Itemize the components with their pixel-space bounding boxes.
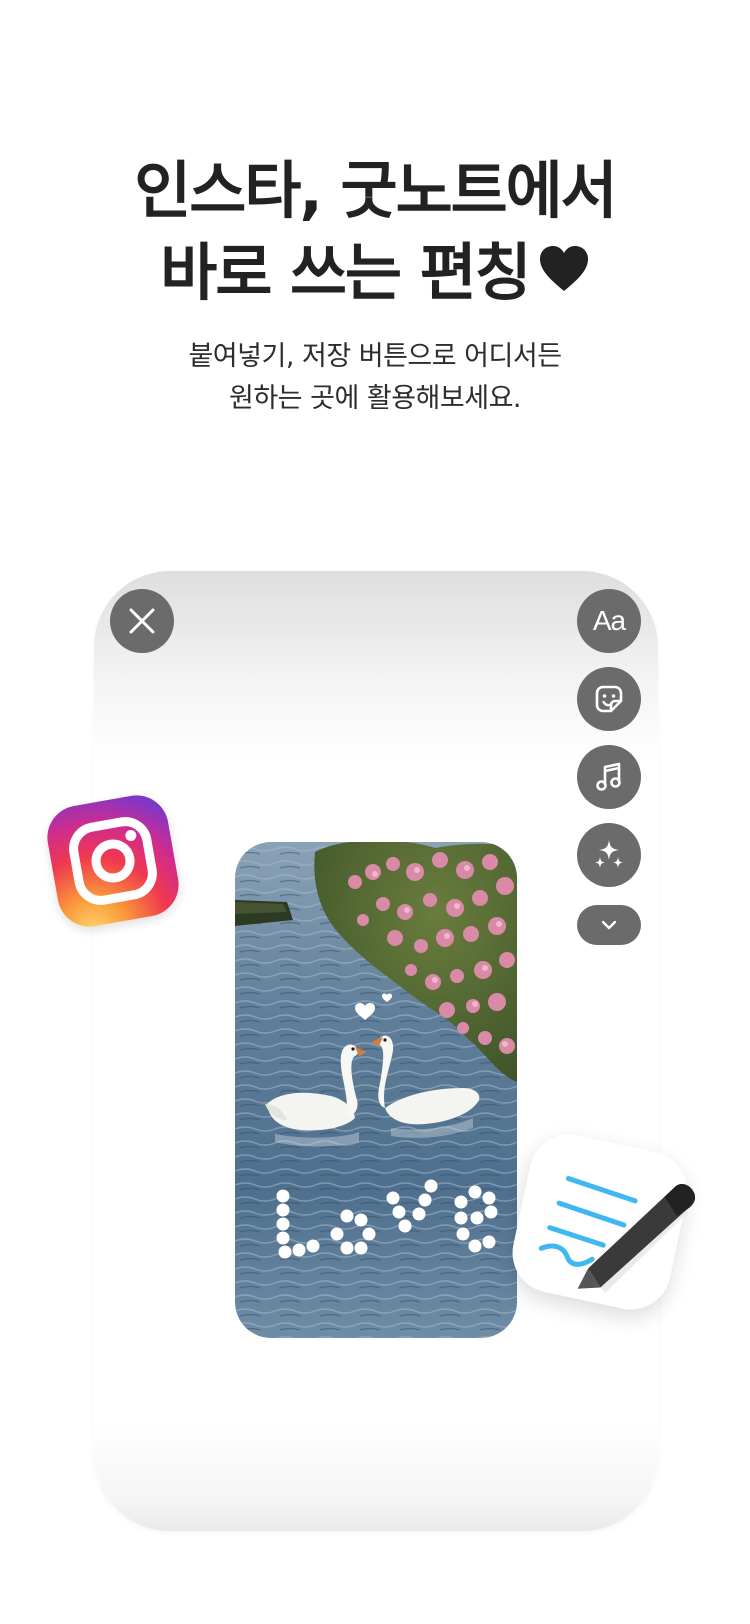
headline-line-2-wrap: 바로 쓰는 편칭 bbox=[0, 232, 750, 314]
swan-photo bbox=[235, 842, 517, 1338]
heart-icon bbox=[538, 231, 590, 313]
sparkles-icon bbox=[595, 840, 623, 868]
instagram-logo bbox=[42, 790, 184, 932]
chevron-down-icon bbox=[601, 920, 617, 930]
goodnotes-logo bbox=[505, 1127, 696, 1317]
headline: 인스타, 굿노트에서 바로 쓰는 편칭 bbox=[0, 150, 750, 314]
close-icon bbox=[129, 608, 155, 634]
more-tools-button[interactable] bbox=[577, 905, 641, 945]
sticker-tool-button[interactable] bbox=[577, 667, 641, 731]
headline-line-2: 바로 쓰는 편칭 bbox=[160, 236, 531, 309]
subline-line-2: 원하는 곳에 활용해보세요. bbox=[229, 383, 522, 414]
close-button[interactable] bbox=[110, 589, 174, 653]
music-icon bbox=[596, 762, 621, 791]
sticker-icon bbox=[595, 685, 623, 713]
text-icon: Aa bbox=[592, 605, 626, 636]
effects-tool-button[interactable] bbox=[577, 823, 641, 887]
text-tool-button[interactable]: Aa bbox=[577, 589, 641, 653]
subline-line-1: 붙여넣기, 저장 버튼으로 어디서든 bbox=[188, 341, 562, 372]
headline-line-1: 인스타, 굿노트에서 bbox=[134, 154, 617, 227]
subline: 붙여넣기, 저장 버튼으로 어디서든 원하는 곳에 활용해보세요. bbox=[0, 336, 750, 420]
music-tool-button[interactable] bbox=[577, 745, 641, 809]
